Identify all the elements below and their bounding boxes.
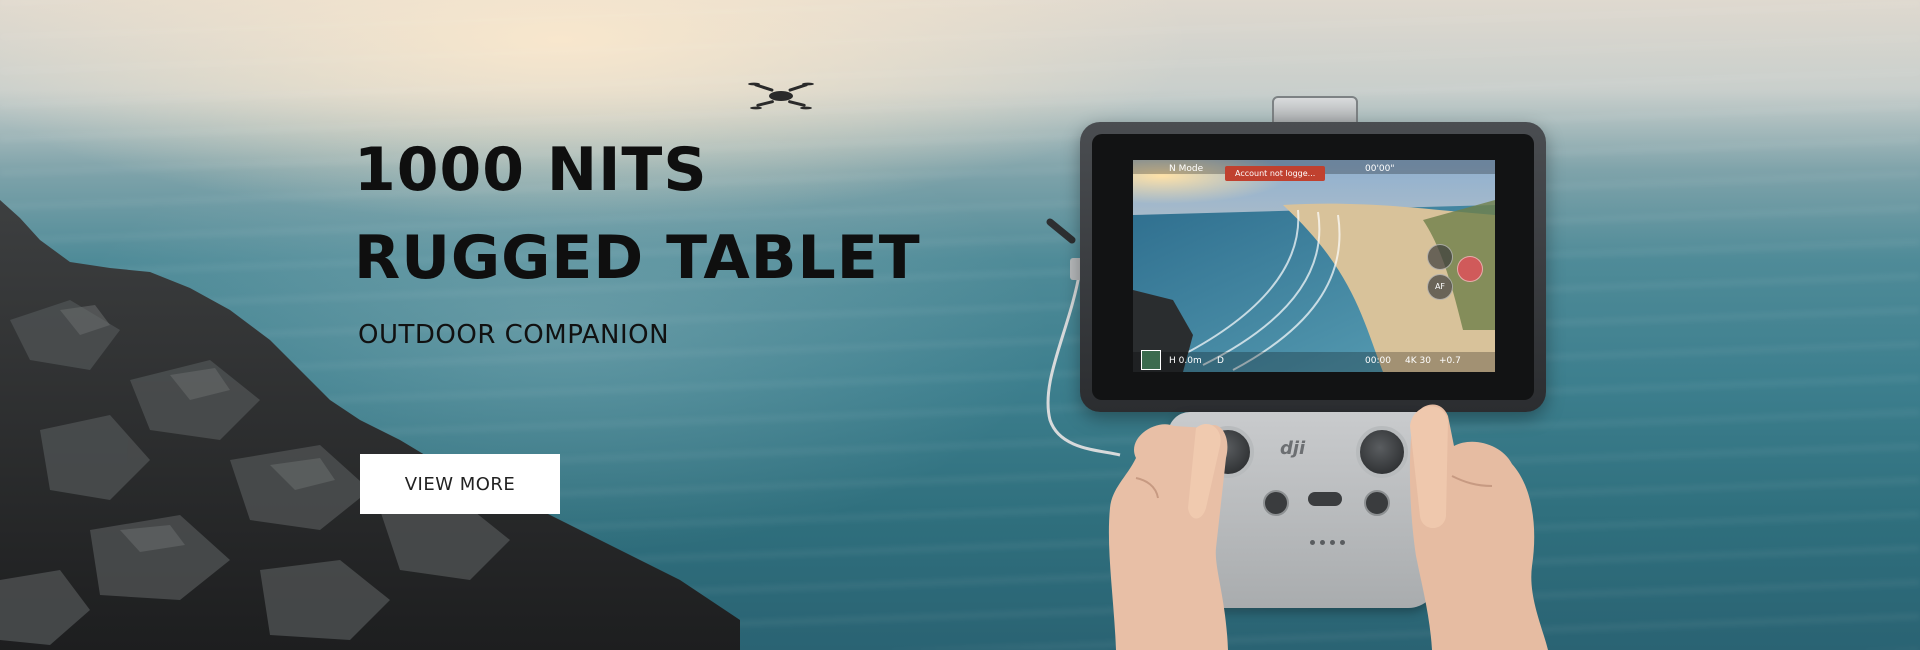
right-hand	[1409, 404, 1548, 650]
battery-led	[1340, 540, 1345, 545]
battery-led	[1320, 540, 1325, 545]
power-button[interactable]	[1364, 490, 1390, 516]
function-button[interactable]	[1263, 490, 1289, 516]
timer-readout: 00'00"	[1365, 164, 1395, 174]
resolution-readout: 4K 30	[1405, 356, 1431, 366]
af-button[interactable]: AF	[1427, 274, 1453, 300]
headline-line-2: RUGGED TABLET	[354, 223, 921, 293]
subheadline: OUTDOOR COMPANION	[358, 320, 670, 350]
headline-line-1: 1000 NITS	[354, 135, 708, 205]
hero-banner: 1000 NITS RUGGED TABLET OUTDOOR COMPANIO…	[0, 0, 1920, 650]
left-hand	[1108, 424, 1228, 650]
record-time-readout: 00:00	[1365, 356, 1391, 366]
battery-led	[1310, 540, 1315, 545]
drone-icon	[748, 82, 814, 110]
camera-switch-button[interactable]	[1427, 244, 1453, 270]
flight-mode-label: N Mode	[1169, 164, 1204, 174]
ev-readout: +0.7	[1439, 356, 1461, 366]
account-alert-badge[interactable]: Account not logge...	[1225, 166, 1326, 181]
tablet-screen: N Mode Account not logge... 00'00" H 0.0…	[1133, 160, 1495, 372]
view-more-button[interactable]: VIEW MORE	[360, 454, 560, 514]
headline: 1000 NITS RUGGED TABLET	[354, 126, 921, 302]
flight-mode-switch[interactable]	[1308, 492, 1342, 506]
battery-led	[1330, 540, 1335, 545]
height-readout: H 0.0m	[1169, 356, 1202, 366]
distance-readout: D	[1217, 356, 1224, 366]
brand-logo: dji	[1280, 438, 1306, 459]
record-button[interactable]	[1457, 256, 1483, 282]
map-thumbnail[interactable]	[1141, 350, 1161, 370]
